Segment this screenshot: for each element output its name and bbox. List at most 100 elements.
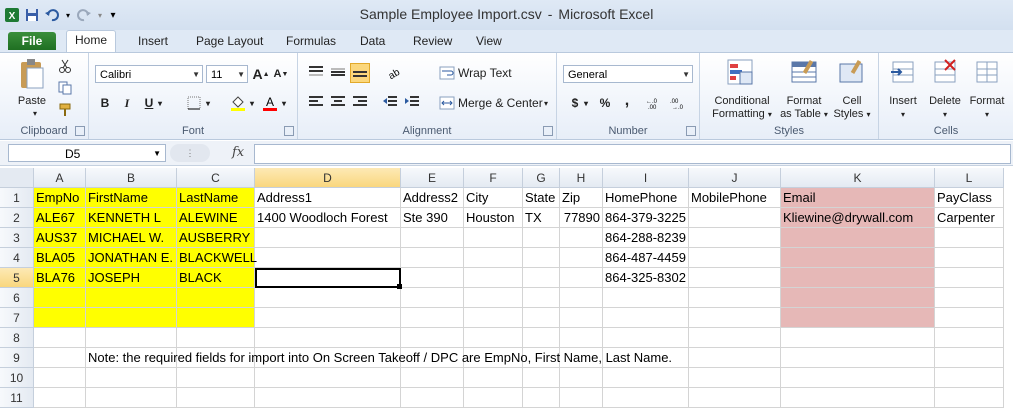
cell-j6[interactable] (689, 288, 781, 308)
format-painter-icon[interactable] (56, 101, 74, 119)
cell-h6[interactable] (560, 288, 603, 308)
tab-insert[interactable]: Insert (130, 32, 176, 50)
cell-b6[interactable] (86, 288, 177, 308)
tab-home[interactable]: Home (66, 30, 117, 53)
increase-decimal-icon[interactable]: ←.0.00 (645, 95, 665, 111)
cell-c4[interactable]: BLACKWELL (177, 248, 257, 268)
number-format-combo[interactable]: General ▼ (563, 65, 693, 83)
cell-j1[interactable]: MobilePhone (689, 188, 781, 208)
row-header-1[interactable]: 1 (0, 188, 34, 208)
copy-icon[interactable] (56, 79, 74, 97)
cell-l8[interactable] (935, 328, 1004, 348)
number-launcher-icon[interactable] (686, 126, 696, 136)
borders-icon[interactable] (185, 95, 203, 111)
cell-e7[interactable] (401, 308, 464, 328)
cell-d6[interactable] (255, 288, 401, 308)
cell-e10[interactable] (401, 368, 464, 388)
cell-e11[interactable] (401, 388, 464, 408)
row-header-9[interactable]: 9 (0, 348, 34, 368)
cell-h2[interactable]: 77890 (560, 208, 603, 228)
cell-c8[interactable] (177, 328, 255, 348)
cell-i5[interactable]: 864-325-8302 (603, 268, 689, 288)
cell-c1[interactable]: LastName (177, 188, 255, 208)
cell-d7[interactable] (255, 308, 401, 328)
cell-h4[interactable] (560, 248, 603, 268)
cell-d2[interactable]: 1400 Woodloch Forest (255, 208, 401, 228)
cell-b10[interactable] (86, 368, 177, 388)
cell-b11[interactable] (86, 388, 177, 408)
cell-d3[interactable] (255, 228, 401, 248)
name-box-dropdown-icon[interactable]: ▼ (153, 145, 161, 163)
cell-k8[interactable] (781, 328, 935, 348)
cell-j3[interactable] (689, 228, 781, 248)
alignment-launcher-icon[interactable] (543, 126, 553, 136)
cell-f5[interactable] (464, 268, 523, 288)
middle-align-icon[interactable] (328, 63, 348, 81)
cell-i1[interactable]: HomePhone (603, 188, 689, 208)
cell-k6[interactable] (781, 288, 935, 308)
column-header-k[interactable]: K (781, 168, 935, 188)
cell-j8[interactable] (689, 328, 781, 348)
top-align-icon[interactable] (306, 63, 326, 81)
cell-h7[interactable] (560, 308, 603, 328)
cell-a10[interactable] (34, 368, 86, 388)
select-all-corner[interactable] (0, 168, 34, 188)
cell-b1[interactable]: FirstName (86, 188, 177, 208)
cell-f10[interactable] (464, 368, 523, 388)
cell-l11[interactable] (935, 388, 1004, 408)
cell-j2[interactable] (689, 208, 781, 228)
font-name-dropdown-icon[interactable]: ▼ (192, 66, 200, 84)
row-header-2[interactable]: 2 (0, 208, 34, 228)
cell-j7[interactable] (689, 308, 781, 328)
cell-k2[interactable]: Kliewine@drywall.com (781, 208, 935, 228)
cell-f2[interactable]: Houston (464, 208, 523, 228)
cell-l10[interactable] (935, 368, 1004, 388)
format-cells-icon[interactable] (971, 57, 1003, 87)
number-format-dropdown-icon[interactable]: ▼ (682, 66, 690, 84)
cell-g5[interactable] (523, 268, 560, 288)
cell-c10[interactable] (177, 368, 255, 388)
conditional-formatting-button[interactable]: Conditional Formatting ▾ (704, 95, 780, 121)
cell-l6[interactable] (935, 288, 1004, 308)
cell-a7[interactable] (34, 308, 86, 328)
cell-d8[interactable] (255, 328, 401, 348)
column-header-e[interactable]: E (401, 168, 464, 188)
cell-f8[interactable] (464, 328, 523, 348)
shrink-font-button[interactable]: A ▼ (271, 64, 291, 84)
cell-f1[interactable]: City (464, 188, 523, 208)
column-header-j[interactable]: J (689, 168, 781, 188)
cell-j4[interactable] (689, 248, 781, 268)
cell-l9[interactable] (935, 348, 1004, 368)
cell-f4[interactable] (464, 248, 523, 268)
cell-j10[interactable] (689, 368, 781, 388)
grow-font-button[interactable]: A ▲ (251, 64, 271, 84)
delete-cells-icon[interactable] (929, 57, 961, 87)
cell-d5[interactable] (255, 268, 401, 288)
fill-handle[interactable] (397, 284, 402, 289)
font-size-dropdown-icon[interactable]: ▼ (237, 66, 245, 84)
cell-h1[interactable]: Zip (560, 188, 603, 208)
bottom-align-icon[interactable] (350, 63, 370, 83)
name-box[interactable]: D5 ▼ (8, 144, 166, 162)
cell-i8[interactable] (603, 328, 689, 348)
cell-e5[interactable] (401, 268, 464, 288)
row-header-4[interactable]: 4 (0, 248, 34, 268)
cell-g7[interactable] (523, 308, 560, 328)
format-cells-button[interactable]: Format ▾ (965, 95, 1009, 121)
tab-formulas[interactable]: Formulas (278, 32, 344, 50)
column-header-a[interactable]: A (34, 168, 86, 188)
cell-g6[interactable] (523, 288, 560, 308)
borders-dropdown-icon[interactable]: ▾ (203, 93, 213, 113)
insert-cells-icon[interactable] (887, 57, 919, 87)
cell-c5[interactable]: BLACK (177, 268, 255, 288)
cell-a5[interactable]: BLA76 (34, 268, 86, 288)
cell-k3[interactable] (781, 228, 935, 248)
cell-b8[interactable] (86, 328, 177, 348)
cut-icon[interactable] (56, 57, 74, 75)
cell-l5[interactable] (935, 268, 1004, 288)
cell-g10[interactable] (523, 368, 560, 388)
tab-page-layout[interactable]: Page Layout (188, 32, 271, 50)
cell-a4[interactable]: BLA05 (34, 248, 86, 268)
cell-j5[interactable] (689, 268, 781, 288)
cell-k10[interactable] (781, 368, 935, 388)
